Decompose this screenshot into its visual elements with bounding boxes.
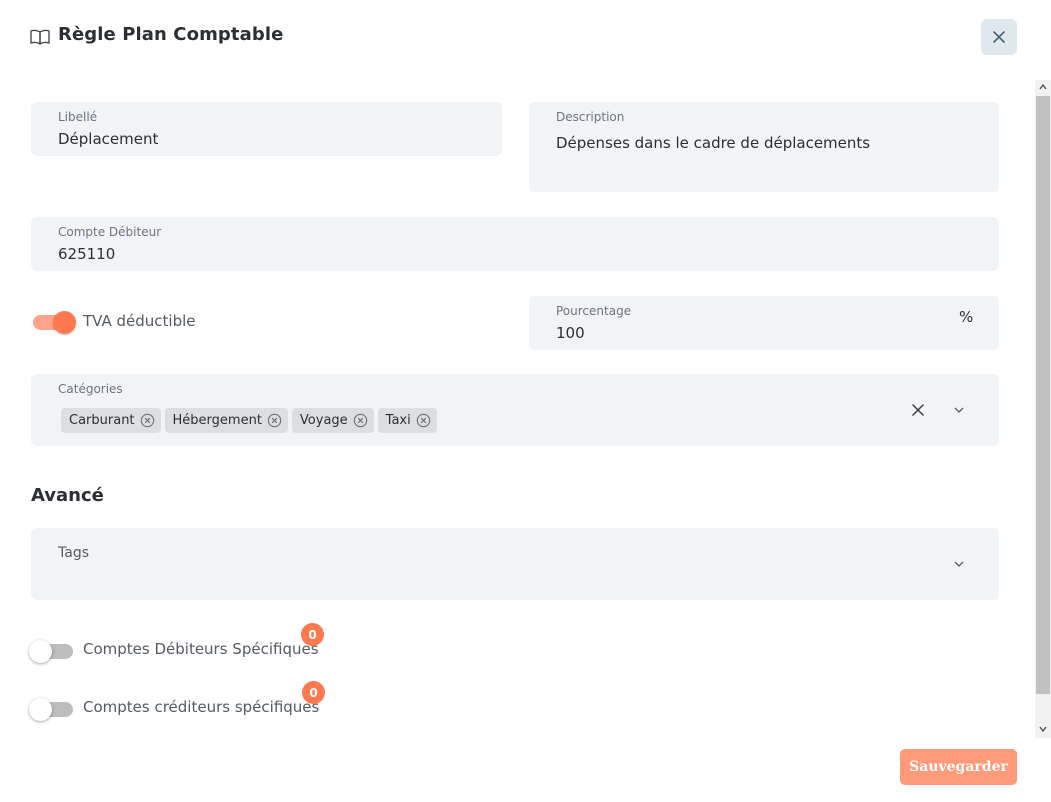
comptes-crediteurs-label: Comptes créditeurs spécifiques xyxy=(83,698,320,716)
percent-suffix: % xyxy=(959,308,974,326)
book-open-icon xyxy=(30,29,50,45)
scrollbar-thumb[interactable] xyxy=(1036,96,1050,694)
remove-circle-icon[interactable] xyxy=(416,413,431,428)
scroll-up-arrow-icon[interactable] xyxy=(1037,82,1049,92)
comptes-debiteurs-label: Comptes Débiteurs Spécifiques xyxy=(83,640,319,658)
tags-label: Tags xyxy=(58,545,89,561)
remove-circle-icon[interactable] xyxy=(267,413,282,428)
chevron-down-icon[interactable] xyxy=(953,406,965,414)
compte-debiteur-field[interactable]: Compte Débiteur 625110 xyxy=(31,217,999,271)
toggle-knob xyxy=(29,640,52,663)
libelle-label: Libellé xyxy=(58,110,98,124)
count-badge: 0 xyxy=(302,681,325,704)
remove-circle-icon[interactable] xyxy=(353,413,368,428)
compte-debiteur-label: Compte Débiteur xyxy=(58,225,162,239)
chip-voyage: Voyage xyxy=(291,408,374,433)
clear-x-icon[interactable] xyxy=(912,404,924,416)
chip-hebergement: Hébergement xyxy=(164,408,288,433)
chevron-down-icon[interactable] xyxy=(953,560,965,568)
comptes-debiteurs-toggle[interactable]: Comptes Débiteurs Spécifiques xyxy=(29,634,319,664)
description-value[interactable]: Dépenses dans le cadre de déplacements xyxy=(556,134,870,152)
chip-label: Taxi xyxy=(385,413,411,428)
save-button[interactable]: Sauvegarder xyxy=(900,749,1017,785)
description-field[interactable]: Description Dépenses dans le cadre de dé… xyxy=(529,102,999,192)
libelle-value[interactable]: Déplacement xyxy=(58,130,158,148)
remove-circle-icon[interactable] xyxy=(140,413,155,428)
categories-field[interactable]: Catégories Carburant Hébergement Voyage … xyxy=(31,374,999,446)
compte-debiteur-value[interactable]: 625110 xyxy=(58,245,115,263)
tags-field[interactable]: Tags xyxy=(31,528,999,600)
chip-taxi: Taxi xyxy=(377,408,437,433)
dialog-title: Règle Plan Comptable xyxy=(58,24,284,45)
pourcentage-field[interactable]: Pourcentage 100 % xyxy=(529,296,999,350)
categories-chips: Carburant Hébergement Voyage Taxi xyxy=(61,408,437,433)
libelle-field[interactable]: Libellé Déplacement xyxy=(31,102,502,156)
description-label: Description xyxy=(556,110,625,124)
tva-deductible-toggle[interactable]: TVA déductible xyxy=(31,308,201,336)
count-badge: 0 xyxy=(301,623,324,646)
chip-carburant: Carburant xyxy=(61,408,161,433)
comptes-crediteurs-toggle[interactable]: Comptes créditeurs spécifiques xyxy=(29,692,319,722)
chip-label: Voyage xyxy=(299,413,348,428)
categories-label: Catégories xyxy=(58,382,123,396)
tva-deductible-label: TVA déductible xyxy=(83,312,196,330)
pourcentage-label: Pourcentage xyxy=(556,304,632,318)
toggle-knob xyxy=(29,698,52,721)
chip-label: Carburant xyxy=(69,413,135,428)
close-icon xyxy=(993,31,1005,43)
dialog-header: Règle Plan Comptable xyxy=(0,0,1051,75)
close-button[interactable] xyxy=(981,19,1017,55)
toggle-knob xyxy=(53,311,76,334)
advanced-section-title: Avancé xyxy=(31,485,104,506)
scroll-down-arrow-icon[interactable] xyxy=(1037,724,1049,734)
pourcentage-value[interactable]: 100 xyxy=(556,324,585,342)
chip-label: Hébergement xyxy=(172,413,262,428)
